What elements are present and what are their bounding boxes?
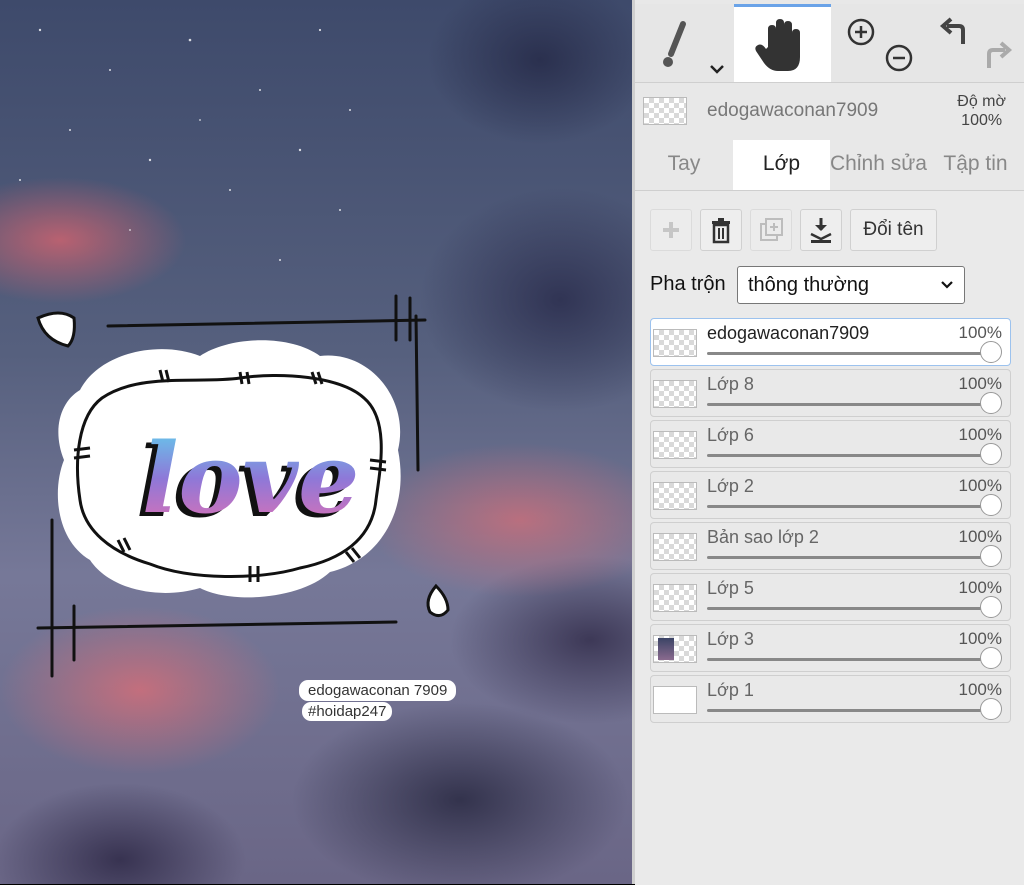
- layer-opacity-track[interactable]: [707, 556, 996, 559]
- layer-row[interactable]: Lớp 3 100%: [650, 624, 1011, 672]
- layer-thumbnail: [653, 635, 697, 663]
- layer-opacity: 100%: [958, 425, 1002, 444]
- layer-opacity: 100%: [958, 578, 1002, 597]
- layer-thumbnail: [653, 686, 697, 714]
- layer-name: Lớp 6: [707, 425, 754, 445]
- tab-layers[interactable]: Lớp: [733, 140, 830, 190]
- layers-pane: Đổi tên Pha trộn thông thường edogawacon…: [635, 190, 1024, 885]
- love-sticker: love love: [57, 340, 401, 598]
- brush-icon: [663, 21, 724, 74]
- caption-line-1: edogawaconan 7909: [299, 680, 457, 701]
- sticker-text: love: [142, 422, 359, 535]
- caption-line-2: #hoidap247: [302, 702, 393, 721]
- layer-opacity-slider-handle[interactable]: [980, 392, 1002, 414]
- layer-opacity: 100%: [958, 374, 1002, 393]
- brush-tool[interactable]: [635, 4, 732, 82]
- toolbar: [635, 4, 1024, 83]
- layer-thumbnail: [653, 482, 697, 510]
- layer-name: Bản sao lớp 2: [707, 527, 819, 547]
- layer-thumbnail: [653, 584, 697, 612]
- duplicate-icon: [760, 218, 783, 241]
- tab-edit[interactable]: Chỉnh sửa: [830, 140, 927, 190]
- layer-opacity-slider-handle[interactable]: [980, 494, 1002, 516]
- layer-thumbnail: [653, 431, 697, 459]
- layer-name: Lớp 1: [707, 680, 754, 700]
- layer-row[interactable]: Lớp 5 100%: [650, 573, 1011, 621]
- layer-opacity-track[interactable]: [707, 658, 996, 661]
- layer-thumbnail: [653, 329, 697, 357]
- merge-down-icon: [810, 218, 832, 243]
- side-panel: edogawaconan7909 Độ mờ 100% Tay Lớp Chỉn…: [632, 0, 1024, 885]
- current-layer-info: edogawaconan7909 Độ mờ 100%: [635, 84, 1024, 138]
- plus-icon: [663, 222, 679, 238]
- current-layer-name: edogawaconan7909: [707, 100, 879, 121]
- rename-layer-button[interactable]: Đổi tên: [850, 209, 937, 251]
- layer-row[interactable]: Lớp 1 100%: [650, 675, 1011, 723]
- layer-opacity: 100%: [958, 323, 1002, 342]
- layer-opacity-track[interactable]: [707, 607, 996, 610]
- layer-name: Lớp 2: [707, 476, 754, 496]
- opacity-readout[interactable]: Độ mờ 100%: [957, 92, 1006, 130]
- layer-opacity-slider-handle[interactable]: [980, 443, 1002, 465]
- duplicate-layer-button[interactable]: [750, 209, 792, 251]
- add-layer-button[interactable]: [650, 209, 692, 251]
- blend-mode-label: Pha trộn: [650, 273, 726, 295]
- layer-opacity-slider-handle[interactable]: [980, 647, 1002, 669]
- layer-opacity-slider-handle[interactable]: [980, 545, 1002, 567]
- layer-opacity: 100%: [958, 680, 1002, 699]
- layer-row[interactable]: Lớp 2 100%: [650, 471, 1011, 519]
- hand-tool[interactable]: [734, 4, 831, 82]
- layer-thumbnail: [653, 533, 697, 561]
- zoom-in-out-icon: [847, 18, 913, 72]
- layer-opacity-track[interactable]: [707, 454, 996, 457]
- layer-opacity-track[interactable]: [707, 709, 996, 712]
- layer-opacity-track[interactable]: [707, 505, 996, 508]
- chevron-down-icon: [941, 281, 953, 289]
- blend-mode-value: thông thường: [748, 274, 870, 296]
- layer-name: Lớp 5: [707, 578, 754, 598]
- layer-row[interactable]: Lớp 8 100%: [650, 369, 1011, 417]
- layer-opacity: 100%: [958, 629, 1002, 648]
- opacity-value: 100%: [961, 112, 1003, 129]
- opacity-label: Độ mờ: [957, 93, 1006, 110]
- layer-opacity-slider-handle[interactable]: [980, 341, 1002, 363]
- stars: [19, 28, 351, 261]
- delete-layer-button[interactable]: [700, 209, 742, 251]
- merge-down-button[interactable]: [800, 209, 842, 251]
- layer-name: Lớp 8: [707, 374, 754, 394]
- trash-icon: [712, 218, 730, 244]
- tab-brush[interactable]: Tay: [635, 140, 733, 190]
- undo-redo[interactable]: [927, 4, 1024, 82]
- rename-label: Đổi tên: [863, 219, 924, 240]
- undo-redo-icon: [939, 17, 1013, 68]
- layer-opacity: 100%: [958, 476, 1002, 495]
- layer-opacity-track[interactable]: [707, 403, 996, 406]
- layer-opacity: 100%: [958, 527, 1002, 546]
- tab-file[interactable]: Tập tin: [927, 140, 1024, 190]
- layer-thumbnail: [653, 380, 697, 408]
- blend-mode-select[interactable]: thông thường: [737, 266, 965, 304]
- layer-opacity-track[interactable]: [707, 352, 996, 355]
- layer-opacity-slider-handle[interactable]: [980, 596, 1002, 618]
- current-layer-thumbnail: [643, 97, 687, 125]
- hand-icon: [755, 19, 800, 71]
- layer-row[interactable]: Lớp 6 100%: [650, 420, 1011, 468]
- drawing-canvas[interactable]: love love edogawaconan 7909 #hoidap247: [0, 0, 632, 884]
- layer-name: edogawaconan7909: [707, 323, 870, 343]
- layer-thumbnail-image: [658, 638, 674, 660]
- layer-row[interactable]: edogawaconan7909 100%: [650, 318, 1011, 366]
- zoom-tool[interactable]: [833, 4, 925, 82]
- canvas-artwork: love love: [19, 28, 450, 678]
- layer-row[interactable]: Bản sao lớp 2 100%: [650, 522, 1011, 570]
- layer-opacity-slider-handle[interactable]: [980, 698, 1002, 720]
- panel-tabs: Tay Lớp Chỉnh sửa Tập tin: [635, 140, 1024, 190]
- layer-name: Lớp 3: [707, 629, 754, 649]
